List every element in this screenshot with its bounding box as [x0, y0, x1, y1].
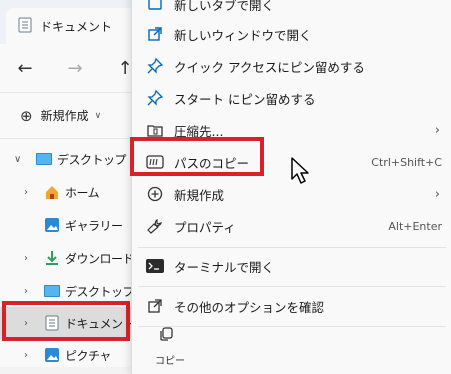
menu-item-label: スタート にピン留めする [174, 91, 316, 107]
sidebar-item-label: ホーム [65, 185, 100, 200]
forward-button[interactable]: → [50, 58, 100, 79]
download-icon [44, 250, 60, 266]
menu-item-pin-start[interactable]: スタート にピン留めする [132, 82, 451, 114]
chevron-right-icon[interactable]: › [24, 350, 28, 361]
gallery-icon [44, 217, 60, 233]
tab-documents[interactable]: ドキュメント [6, 8, 136, 44]
pictures-icon [44, 347, 60, 363]
chevron-down-icon[interactable]: ∨ [14, 154, 21, 165]
menu-item-open-new-window[interactable]: 新しいウィンドウで開く [132, 18, 451, 50]
menu-item-label: 新しいウィンドウで開く [174, 27, 312, 43]
sidebar-item-desktop[interactable]: ∨ デスクトップ [0, 143, 133, 175]
home-icon [44, 184, 60, 200]
menu-item-label: プロパティ [174, 219, 236, 235]
menu-item-open-new-tab[interactable]: 新しいタブで開く [132, 0, 451, 20]
menu-item-pin-quick-access[interactable]: クイック アクセスにピン留めする [132, 50, 451, 82]
menu-item-label: クイック アクセスにピン留めする [174, 59, 365, 75]
zip-folder-icon [146, 121, 164, 139]
back-button[interactable]: ← [0, 58, 50, 79]
sidebar-item-label: ダウンロード [65, 251, 135, 266]
menu-item-properties[interactable]: プロパティ Alt+Enter [132, 210, 451, 242]
sidebar-item-downloads[interactable]: › ダウンロード [0, 242, 135, 274]
menu-item-shortcut: Ctrl+Shift+C [371, 155, 442, 169]
sidebar-item-gallery[interactable]: ギャラリー [0, 209, 133, 241]
desktop-icon [36, 151, 52, 167]
documents-icon [18, 17, 32, 36]
add-circle-icon [146, 185, 164, 203]
sidebar-item-label: デスクトップ [57, 152, 127, 167]
menu-item-label: パスのコピー [174, 155, 250, 171]
sidebar-item-home[interactable]: › ホーム [0, 176, 133, 208]
menu-item-open-terminal[interactable]: ターミナルで開く [132, 250, 451, 282]
sidebar-item-documents[interactable]: › ドキュメント [0, 307, 135, 339]
navigation-pane: ∨ デスクトップ › ホーム ギャラリー › ダウンロード › デスクトップ ›… [0, 139, 135, 367]
menu-item-shortcut: Alt+Enter [388, 219, 442, 233]
pin-icon [146, 57, 164, 75]
chevron-right-icon[interactable]: › [24, 253, 28, 264]
menu-item-label: 新しいタブで開く [174, 0, 275, 13]
sidebar-item-label: ギャラリー [65, 218, 123, 233]
tab-title: ドキュメント [40, 19, 113, 34]
wrench-icon [146, 217, 164, 235]
menu-separator [138, 286, 446, 287]
menu-item-label: 新規作成 [174, 187, 225, 203]
desktop-icon [44, 283, 60, 299]
pin-icon [146, 89, 164, 107]
more-options-icon [146, 297, 164, 315]
menu-item-label: 圧縮先... [174, 123, 224, 139]
chevron-down-icon[interactable]: ∨ [95, 111, 102, 121]
copy-icon[interactable] [158, 326, 174, 345]
sidebar-item-desktop[interactable]: › デスクトップ [0, 275, 135, 307]
mouse-cursor-icon [291, 157, 313, 188]
menu-item-compress-to[interactable]: 圧縮先... › [132, 114, 451, 146]
copy-path-icon [146, 153, 164, 171]
menu-item-label: その他のオプションを確認 [174, 299, 325, 315]
menu-separator [138, 247, 446, 248]
sidebar-item-pictures[interactable]: › ピクチャ [0, 339, 133, 371]
sidebar-item-label: ドキュメント [65, 316, 135, 331]
chevron-right-icon[interactable]: › [24, 286, 28, 297]
chevron-right-icon[interactable]: › [24, 318, 28, 329]
sidebar-item-label: デスクトップ [65, 284, 135, 299]
menu-item-more-options[interactable]: その他のオプションを確認 [132, 290, 451, 322]
menu-separator [138, 326, 446, 327]
menu-item-label: ターミナルで開く [174, 259, 275, 275]
new-tab-icon [146, 0, 164, 13]
open-new-window-icon [146, 25, 164, 43]
new-button[interactable]: 新規作成 [41, 107, 89, 124]
documents-icon [44, 315, 60, 331]
chevron-right-icon: › [434, 186, 440, 202]
chevron-right-icon[interactable]: › [24, 187, 28, 198]
chevron-right-icon: › [434, 122, 440, 138]
add-circle-icon: ⊕ [20, 106, 33, 125]
sidebar-item-label: ピクチャ [65, 348, 111, 363]
copy-button-label: コピー [155, 356, 185, 367]
terminal-icon [146, 257, 164, 275]
